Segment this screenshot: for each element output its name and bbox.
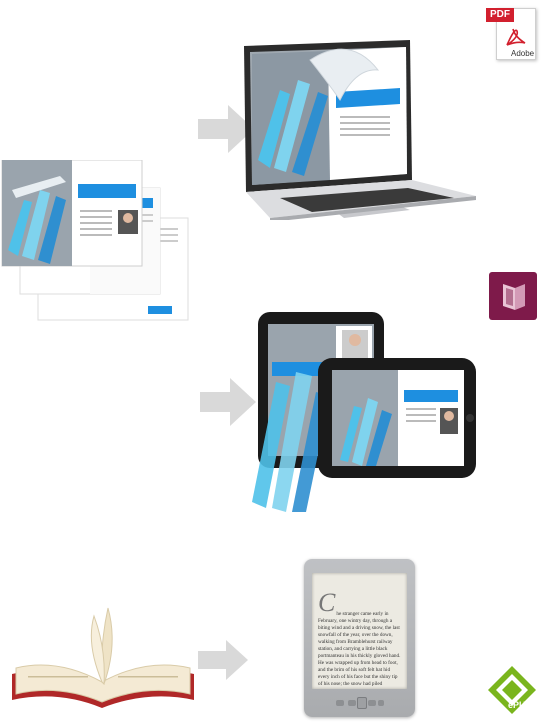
pdf-icon: Adobe PDF bbox=[486, 6, 536, 60]
next-page-button[interactable] bbox=[378, 700, 384, 706]
epub-icon: ePUB bbox=[486, 664, 538, 716]
pdf-label: PDF bbox=[486, 8, 514, 22]
ereader-buttons bbox=[336, 697, 384, 709]
center-button[interactable] bbox=[357, 697, 367, 709]
ereader-device: C he stranger came early in February, on… bbox=[304, 559, 415, 717]
indesign-digital-publishing-icon bbox=[489, 272, 537, 320]
acrobat-swirl-icon bbox=[506, 28, 526, 46]
publication-icon bbox=[503, 284, 525, 310]
laptop-device bbox=[244, 40, 476, 220]
ereader-screen: C he stranger came early in February, on… bbox=[312, 573, 407, 689]
drop-cap: C bbox=[318, 588, 336, 617]
home-button[interactable] bbox=[348, 700, 356, 706]
menu-button[interactable] bbox=[368, 700, 376, 706]
ereader-text: he stranger came early in February, one … bbox=[318, 611, 401, 687]
epub-label: ePUB bbox=[508, 700, 533, 710]
prev-page-button[interactable] bbox=[336, 700, 344, 706]
open-book bbox=[12, 607, 194, 708]
tablet-devices bbox=[252, 312, 476, 512]
arrow-to-ereader bbox=[198, 640, 248, 680]
pdf-vendor-label: Adobe bbox=[511, 49, 535, 58]
front-spread bbox=[1, 160, 143, 267]
print-document-stack bbox=[1, 160, 189, 321]
